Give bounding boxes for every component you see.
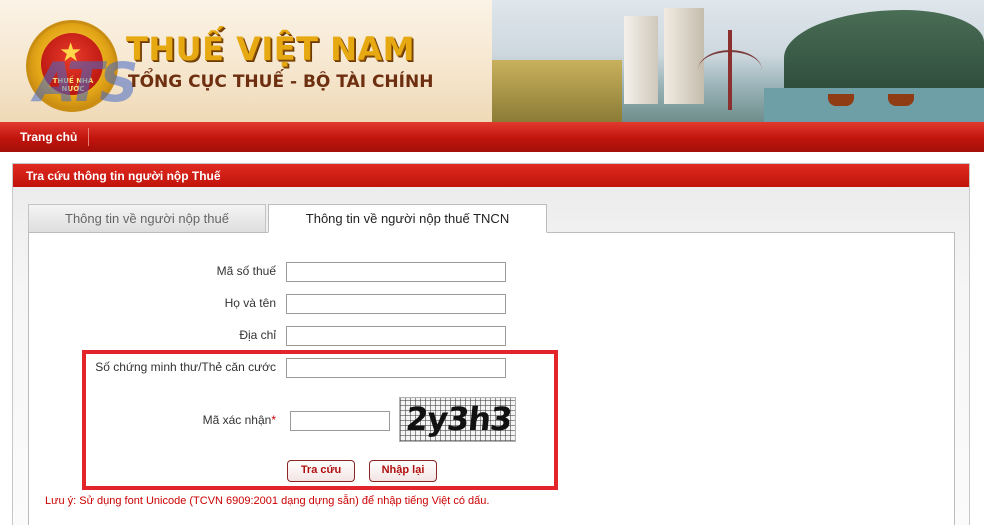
captcha-image-text: 2y3h3 [404, 400, 514, 438]
search-button[interactable]: Tra cứu [287, 460, 355, 482]
tab-taxpayer-info[interactable]: Thông tin về người nộp thuế [28, 204, 266, 233]
tax-code-input[interactable] [286, 262, 506, 282]
full-name-input[interactable] [286, 294, 506, 314]
full-name-label: Họ và tên [224, 296, 276, 310]
captcha-image: 2y3h3 [399, 397, 516, 442]
address-label: Địa chỉ [239, 328, 276, 342]
bridge-graphic [728, 30, 732, 110]
reset-button[interactable]: Nhập lại [369, 460, 437, 482]
captcha-label-text: Mã xác nhận [202, 413, 272, 427]
address-input[interactable] [286, 326, 506, 346]
captcha-input[interactable] [290, 411, 390, 431]
nav-separator [88, 128, 89, 146]
panel-header: Tra cứu thông tin người nộp Thuế [13, 164, 969, 187]
rice-field-graphic [492, 60, 622, 122]
header-banner: ★ THUẾ NHÀ NƯỚC ATS THUẾ VIỆT NAM TỔNG C… [0, 0, 984, 122]
nav-item-home[interactable]: Trang chủ [20, 130, 77, 144]
required-mark: * [271, 413, 276, 427]
banner-scenery-image [492, 0, 984, 122]
unicode-note: Lưu ý: Sử dụng font Unicode (TCVN 6909:2… [45, 495, 490, 507]
main-nav-bar: Trang chủ [0, 122, 984, 152]
id-number-label: Số chứng minh thư/Thẻ căn cước [95, 360, 276, 374]
building-graphic [624, 16, 658, 104]
id-number-input[interactable] [286, 358, 506, 378]
captcha-label: Mã xác nhận* [150, 413, 276, 427]
boat-graphic [828, 94, 854, 106]
tab-personal-income-taxpayer-info[interactable]: Thông tin về người nộp thuế TNCN [268, 204, 547, 233]
site-subtitle: TỔNG CỤC THUẾ - BỘ TÀI CHÍNH [128, 72, 434, 92]
panel-title: Tra cứu thông tin người nộp Thuế [26, 169, 221, 183]
ats-watermark-logo: ATS [34, 51, 138, 114]
tax-code-label: Mã số thuế [216, 264, 276, 278]
boat-graphic [888, 94, 914, 106]
site-title: THUẾ VIỆT NAM [126, 30, 415, 68]
halong-bay-hills-graphic [784, 10, 984, 90]
water-graphic [764, 88, 984, 122]
